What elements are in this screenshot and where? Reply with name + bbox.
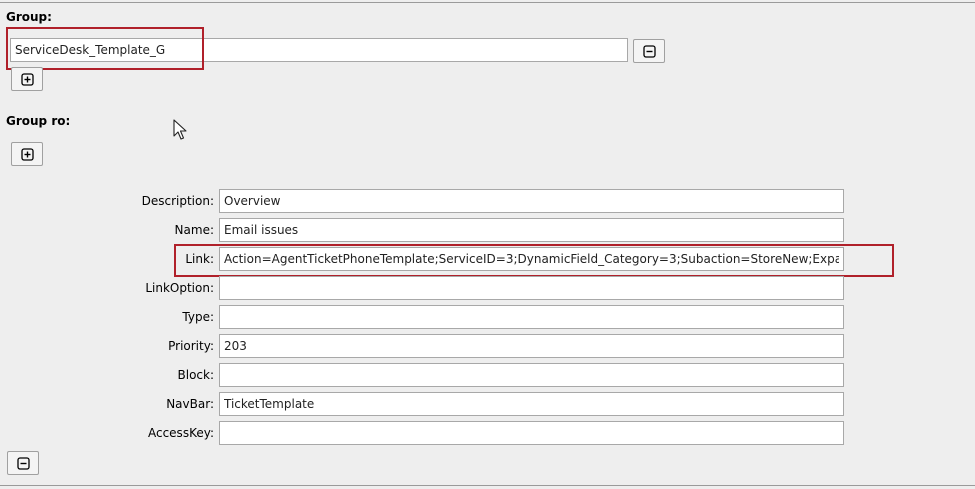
group-ro-add-button[interactable] — [11, 142, 43, 166]
navbar-label: NavBar: — [166, 397, 214, 411]
name-input[interactable] — [219, 218, 844, 242]
priority-input[interactable] — [219, 334, 844, 358]
description-label: Description: — [141, 194, 214, 208]
plus-square-icon — [20, 72, 34, 86]
remove-item-button[interactable] — [7, 451, 39, 475]
accesskey-label: AccessKey: — [147, 426, 214, 440]
minus-square-icon — [16, 456, 30, 470]
type-input[interactable] — [219, 305, 844, 329]
group-ro-label: Group ro: — [6, 114, 71, 128]
description-input[interactable] — [219, 189, 844, 213]
linkoption-input[interactable] — [219, 276, 844, 300]
type-label: Type: — [182, 310, 214, 324]
top-divider — [0, 2, 975, 3]
block-label: Block: — [177, 368, 215, 382]
link-row-highlight — [174, 244, 894, 277]
mouse-pointer-icon — [173, 119, 187, 140]
group-input-highlight — [6, 27, 204, 70]
group-remove-button[interactable] — [633, 39, 665, 63]
group-add-button[interactable] — [11, 67, 43, 91]
name-label: Name: — [174, 223, 214, 237]
priority-label: Priority: — [168, 339, 214, 353]
bottom-divider — [0, 485, 975, 486]
linkoption-label: LinkOption: — [145, 281, 214, 295]
navbar-input[interactable] — [219, 392, 844, 416]
group-label: Group: — [6, 10, 52, 24]
minus-square-icon — [642, 44, 656, 58]
plus-square-icon — [20, 147, 34, 161]
block-input[interactable] — [219, 363, 844, 387]
accesskey-input[interactable] — [219, 421, 844, 445]
